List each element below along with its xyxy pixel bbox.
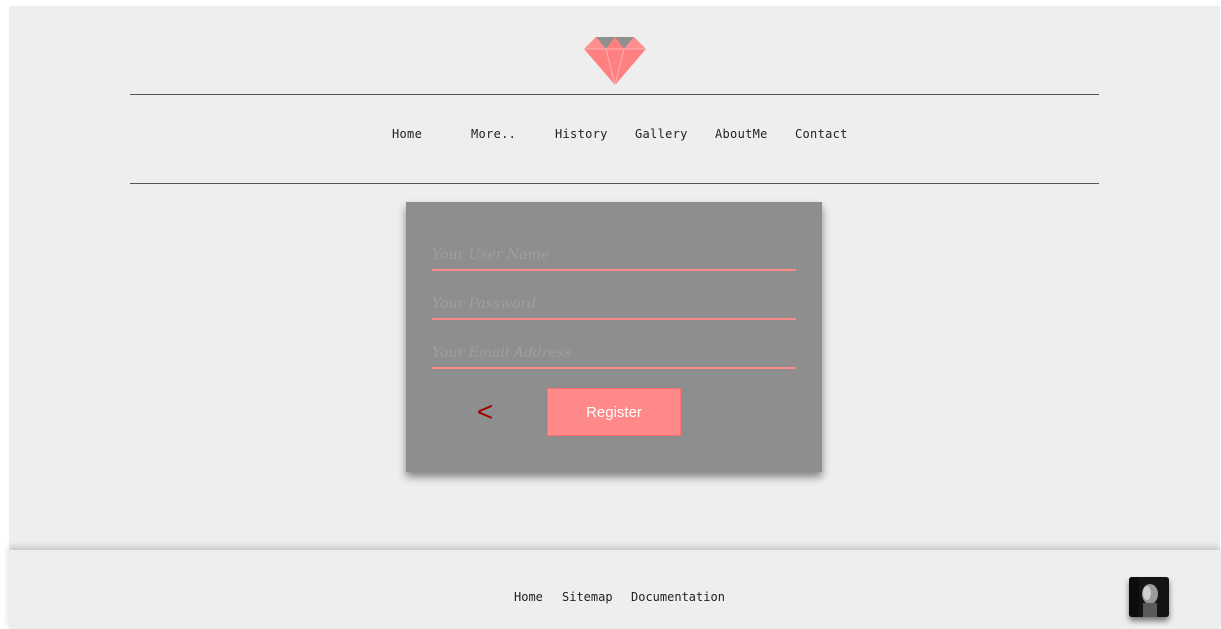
header-divider-top [130,94,1099,95]
nav-item-more[interactable]: More.. [471,127,516,141]
main-nav: Home More.. History Gallery AboutMe Cont… [9,127,1220,145]
footer-link-home[interactable]: Home [514,590,543,604]
user-avatar[interactable] [1129,577,1169,617]
avatar-portrait-icon [1129,577,1169,617]
footer-link-documentation[interactable]: Documentation [631,590,725,604]
header-divider-bottom [130,183,1099,184]
back-button[interactable]: < [472,395,498,429]
nav-item-contact[interactable]: Contact [795,127,848,141]
email-input[interactable] [432,339,796,369]
main-section: Home More.. History Gallery AboutMe Cont… [9,6,1220,550]
nav-item-home[interactable]: Home [392,127,422,141]
register-form-card: < Register [406,202,822,472]
nav-item-gallery[interactable]: Gallery [635,127,688,141]
username-input[interactable] [432,241,796,271]
footer: Home Sitemap Documentation [9,550,1220,629]
register-button[interactable]: Register [547,388,681,436]
password-input[interactable] [432,290,796,320]
nav-item-history[interactable]: History [555,127,608,141]
diamond-icon[interactable] [584,33,646,85]
nav-item-aboutme[interactable]: AboutMe [715,127,768,141]
footer-link-sitemap[interactable]: Sitemap [562,590,613,604]
page: Home More.. History Gallery AboutMe Cont… [9,6,1220,629]
footer-links: Home Sitemap Documentation [9,590,1220,606]
